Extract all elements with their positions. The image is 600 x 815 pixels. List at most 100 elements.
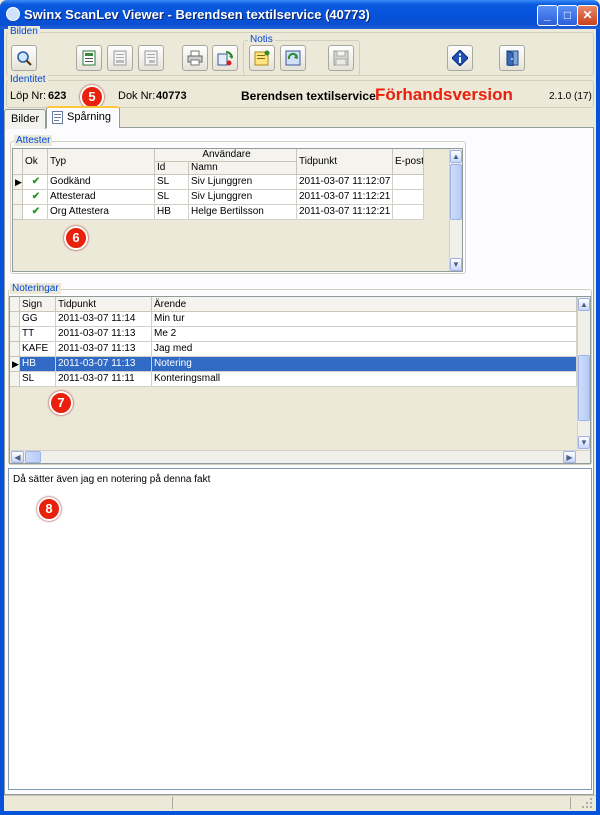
- note-arende[interactable]: Me 2: [152, 327, 577, 342]
- info-button[interactable]: [447, 45, 473, 71]
- status-separator: [172, 797, 173, 809]
- lop-nr-label: Löp Nr:: [10, 90, 47, 102]
- version-number: 2.1.0 (17): [549, 91, 592, 102]
- scroll-down-arrow-icon[interactable]: ▼: [578, 436, 590, 449]
- scroll-left-arrow-icon[interactable]: ◀: [11, 451, 24, 463]
- document-button-3[interactable]: [138, 45, 164, 71]
- dok-nr-label: Dok Nr:: [118, 90, 156, 102]
- attester-id[interactable]: HB: [155, 205, 189, 220]
- scroll-thumb[interactable]: [578, 355, 590, 421]
- attester-typ[interactable]: Attesterad: [48, 190, 155, 205]
- note-arende-selected[interactable]: Notering: [152, 357, 577, 372]
- row-indicator-arrow: ▶: [10, 357, 20, 372]
- lop-nr-value: 623: [48, 90, 67, 102]
- hscroll-thumb[interactable]: [25, 451, 41, 463]
- identitet-legend: Identitet: [8, 74, 48, 85]
- row-selector: [10, 372, 20, 387]
- check-icon: ✔: [23, 190, 48, 205]
- note-arende[interactable]: Min tur: [152, 312, 577, 327]
- exit-button[interactable]: [499, 45, 525, 71]
- attester-tidpunkt[interactable]: 2011-03-07 11:12:21: [297, 190, 393, 205]
- note-tidpunkt[interactable]: 2011-03-07 11:14: [56, 312, 152, 327]
- attester-grid[interactable]: Ok Typ Användare Id Namn Tidpunkt E-post…: [12, 148, 463, 272]
- attester-id[interactable]: SL: [155, 175, 189, 190]
- col-header-tidpunkt[interactable]: Tidpunkt: [56, 297, 152, 312]
- attester-epost[interactable]: [393, 175, 424, 190]
- attester-epost[interactable]: [393, 190, 424, 205]
- row-selector: [10, 312, 20, 327]
- note-textarea[interactable]: Då sätter även jag en notering på denna …: [8, 468, 592, 790]
- scroll-up-arrow-icon[interactable]: ▲: [450, 150, 462, 163]
- col-header-tidpunkt[interactable]: Tidpunkt: [297, 149, 393, 175]
- col-header-arende[interactable]: Ärende: [152, 297, 577, 312]
- note-tidpunkt[interactable]: 2011-03-07 11:13: [56, 327, 152, 342]
- note-sign[interactable]: KAFE: [20, 342, 56, 357]
- scroll-down-arrow-icon[interactable]: ▼: [450, 258, 462, 271]
- col-header-namn[interactable]: Namn: [189, 162, 297, 175]
- info-icon: [452, 50, 468, 66]
- noteringar-hscrollbar[interactable]: [10, 450, 590, 463]
- note-add-icon: [254, 50, 270, 66]
- dok-nr-value: 40773: [156, 90, 187, 102]
- note-sign[interactable]: TT: [20, 327, 56, 342]
- minimize-button[interactable]: _: [537, 5, 558, 26]
- resize-grip-icon[interactable]: [582, 798, 593, 809]
- row-selector: [13, 190, 23, 205]
- company-name: Berendsen textilservice: [241, 89, 376, 103]
- tab-bilder[interactable]: Bilder: [4, 109, 46, 129]
- col-header-typ[interactable]: Typ: [48, 149, 155, 175]
- close-button[interactable]: ✕: [577, 5, 598, 26]
- zoom-button[interactable]: [11, 45, 37, 71]
- app-icon: [6, 7, 20, 21]
- exit-door-icon: [506, 50, 519, 66]
- attester-namn[interactable]: Helge Bertilsson: [189, 205, 297, 220]
- bilden-legend: Bilden: [8, 26, 40, 37]
- window-title: Swinx ScanLev Viewer - Berendsen textils…: [24, 7, 370, 22]
- attester-id[interactable]: SL: [155, 190, 189, 205]
- save-note-button[interactable]: [328, 45, 354, 71]
- attester-legend: Attester: [14, 135, 53, 146]
- document-button-2[interactable]: [107, 45, 133, 71]
- col-header-epost[interactable]: E-post: [393, 149, 424, 175]
- row-selector: [10, 327, 20, 342]
- col-header-sign[interactable]: Sign: [20, 297, 56, 312]
- rotate-icon: [217, 51, 233, 66]
- noteringar-legend: Noteringar: [10, 283, 61, 294]
- check-icon: ✔: [23, 175, 48, 190]
- refresh-note-button[interactable]: [280, 45, 306, 71]
- attester-namn[interactable]: Siv Ljunggren: [189, 175, 297, 190]
- col-header-ok[interactable]: Ok: [23, 149, 48, 175]
- note-sign-selected[interactable]: HB: [20, 357, 56, 372]
- attester-tidpunkt[interactable]: 2011-03-07 11:12:07: [297, 175, 393, 190]
- note-tidpunkt[interactable]: 2011-03-07 11:13: [56, 342, 152, 357]
- document-icon: [52, 111, 63, 124]
- scroll-thumb[interactable]: [450, 164, 462, 220]
- note-tidpunkt-selected[interactable]: 2011-03-07 11:13: [56, 357, 152, 372]
- note-arende[interactable]: Jag med: [152, 342, 577, 357]
- note-arende[interactable]: Konteringsmall: [152, 372, 577, 387]
- document-gray-2-icon: [144, 50, 158, 66]
- view-document-button[interactable]: [76, 45, 102, 71]
- col-header-anvandare[interactable]: Användare: [155, 149, 297, 162]
- noteringar-grid[interactable]: Sign Tidpunkt Ärende GG 2011-03-07 11:14…: [9, 296, 591, 464]
- note-tidpunkt[interactable]: 2011-03-07 11:11: [56, 372, 152, 387]
- window-frame-right: [596, 29, 600, 815]
- window-frame-bottom: [0, 811, 600, 815]
- row-selector-header: [10, 297, 20, 312]
- attester-epost[interactable]: [393, 205, 424, 220]
- check-icon: ✔: [23, 205, 48, 220]
- attester-tidpunkt[interactable]: 2011-03-07 11:12:21: [297, 205, 393, 220]
- note-sign[interactable]: SL: [20, 372, 56, 387]
- rotate-button[interactable]: [212, 45, 238, 71]
- scroll-up-arrow-icon[interactable]: ▲: [578, 298, 590, 311]
- attester-namn[interactable]: Siv Ljunggren: [189, 190, 297, 205]
- col-header-id[interactable]: Id: [155, 162, 189, 175]
- print-button[interactable]: [182, 45, 208, 71]
- preview-version-label: Förhandsversion: [375, 85, 513, 104]
- maximize-button[interactable]: □: [557, 5, 578, 26]
- attester-typ[interactable]: Org Attestera: [48, 205, 155, 220]
- add-note-button[interactable]: [249, 45, 275, 71]
- scroll-right-arrow-icon[interactable]: ▶: [563, 451, 576, 463]
- note-sign[interactable]: GG: [20, 312, 56, 327]
- attester-typ[interactable]: Godkänd: [48, 175, 155, 190]
